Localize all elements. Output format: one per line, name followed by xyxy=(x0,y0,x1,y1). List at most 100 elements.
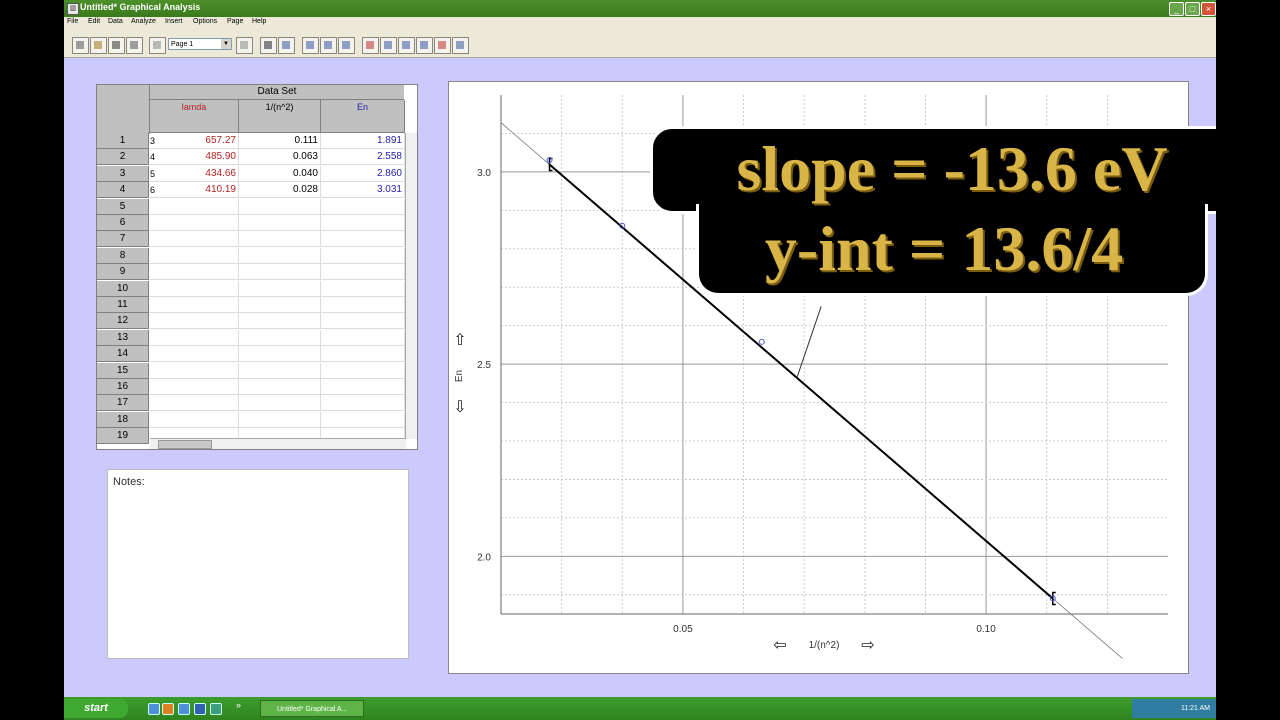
cell-en[interactable] xyxy=(321,346,405,363)
cell-inverse-n-squared[interactable] xyxy=(239,264,321,281)
cell-en[interactable] xyxy=(321,379,405,395)
tangent-icon[interactable] xyxy=(380,37,397,54)
menu-options[interactable]: Options xyxy=(193,18,217,25)
cell-lamda[interactable] xyxy=(150,264,239,281)
row-number[interactable]: 14 xyxy=(97,346,149,363)
close-button[interactable]: × xyxy=(1201,2,1216,16)
cell-inverse-n-squared[interactable]: 0.040 xyxy=(239,165,321,182)
cell-inverse-n-squared[interactable]: 0.028 xyxy=(239,182,321,199)
cell-lamda[interactable] xyxy=(150,362,239,379)
cell-lamda[interactable]: 485.90 xyxy=(150,149,239,166)
taskbar-window-button[interactable]: Untitled* Graphical A... xyxy=(260,700,364,717)
cell-inverse-n-squared[interactable] xyxy=(239,362,321,379)
row-number[interactable]: 18 xyxy=(97,411,149,428)
row-number[interactable]: 15 xyxy=(97,362,149,379)
cell-lamda[interactable] xyxy=(150,297,239,313)
cell-en[interactable]: 2.558 xyxy=(321,149,405,166)
cell-inverse-n-squared[interactable] xyxy=(239,395,321,412)
notes-panel[interactable]: Notes: xyxy=(107,469,409,659)
cell-lamda[interactable] xyxy=(150,231,239,248)
row-number[interactable]: 6 xyxy=(97,215,149,231)
zoom-out-icon[interactable] xyxy=(338,37,355,54)
cell-inverse-n-squared[interactable] xyxy=(239,198,321,215)
cell-inverse-n-squared[interactable] xyxy=(239,346,321,363)
cell-lamda[interactable] xyxy=(150,411,239,428)
scroll-thumb[interactable] xyxy=(158,440,212,449)
cell-inverse-n-squared[interactable] xyxy=(239,247,321,264)
cell-inverse-n-squared[interactable]: 0.111 xyxy=(239,133,321,149)
cell-lamda[interactable] xyxy=(150,346,239,363)
cell-en[interactable] xyxy=(321,395,405,412)
cell-inverse-n-squared[interactable]: 0.063 xyxy=(239,149,321,166)
cell-inverse-n-squared[interactable] xyxy=(239,280,321,297)
cell-lamda[interactable]: 434.66 xyxy=(150,165,239,182)
quicklaunch-chevron[interactable]: » xyxy=(236,700,241,710)
cell-inverse-n-squared[interactable] xyxy=(239,411,321,428)
cell-lamda[interactable] xyxy=(150,379,239,395)
cell-inverse-n-squared[interactable] xyxy=(239,297,321,313)
maximize-button[interactable]: □ xyxy=(1185,2,1200,16)
cell-inverse-n-squared[interactable] xyxy=(239,329,321,346)
row-number[interactable]: 7 xyxy=(97,231,149,248)
cell-en[interactable] xyxy=(321,198,405,215)
cell-en[interactable] xyxy=(321,411,405,428)
cell-inverse-n-squared[interactable] xyxy=(239,231,321,248)
linear-fit-icon[interactable] xyxy=(434,37,451,54)
column-header-lamda[interactable]: lamda xyxy=(150,100,239,133)
menu-insert[interactable]: Insert xyxy=(165,18,183,25)
cell-lamda[interactable] xyxy=(150,329,239,346)
cell-en[interactable] xyxy=(321,247,405,264)
row-number[interactable]: 11 xyxy=(97,297,149,313)
curve-fit-icon[interactable] xyxy=(452,37,469,54)
menu-edit[interactable]: Edit xyxy=(88,18,100,25)
row-number[interactable]: 17 xyxy=(97,395,149,412)
cell-lamda[interactable] xyxy=(150,395,239,412)
cell-inverse-n-squared[interactable] xyxy=(239,215,321,231)
quicklaunch-browser-icon[interactable] xyxy=(148,703,160,715)
cell-en[interactable] xyxy=(321,280,405,297)
cell-inverse-n-squared[interactable] xyxy=(239,313,321,330)
cell-en[interactable] xyxy=(321,231,405,248)
menu-file[interactable]: File xyxy=(67,18,78,25)
cell-lamda[interactable]: 410.19 xyxy=(150,182,239,199)
row-number[interactable]: 2 xyxy=(97,149,149,166)
row-number[interactable]: 9 xyxy=(97,264,149,281)
examine-icon[interactable] xyxy=(362,37,379,54)
cell-en[interactable] xyxy=(321,264,405,281)
cell-en[interactable] xyxy=(321,297,405,313)
quicklaunch-app-icon[interactable] xyxy=(210,703,222,715)
menu-page[interactable]: Page xyxy=(227,18,243,25)
column-header-inverse-n-squared[interactable]: 1/(n^2) xyxy=(239,100,321,133)
cell-en[interactable]: 3.031 xyxy=(321,182,405,199)
autoscale-icon[interactable] xyxy=(302,37,319,54)
table-vertical-scrollbar[interactable] xyxy=(405,133,417,439)
cell-en[interactable] xyxy=(321,313,405,330)
zoom-in-icon[interactable] xyxy=(320,37,337,54)
table-view-icon[interactable] xyxy=(260,37,277,54)
row-number[interactable]: 10 xyxy=(97,280,149,297)
row-number[interactable]: 16 xyxy=(97,379,149,395)
row-number[interactable]: 1 xyxy=(97,133,149,149)
graph-view-icon[interactable] xyxy=(278,37,295,54)
row-number[interactable]: 8 xyxy=(97,247,149,264)
quicklaunch-ie-icon[interactable] xyxy=(178,703,190,715)
quicklaunch-word-icon[interactable] xyxy=(194,703,206,715)
menu-data[interactable]: Data xyxy=(108,18,123,25)
cell-en[interactable]: 2.860 xyxy=(321,165,405,182)
statistics-icon[interactable] xyxy=(416,37,433,54)
open-folder-icon[interactable] xyxy=(90,37,107,54)
minimize-button[interactable]: _ xyxy=(1169,2,1184,16)
row-number[interactable]: 3 xyxy=(97,165,149,182)
new-file-icon[interactable] xyxy=(72,37,89,54)
quicklaunch-firefox-icon[interactable] xyxy=(162,703,174,715)
integral-icon[interactable] xyxy=(398,37,415,54)
table-horizontal-scrollbar[interactable] xyxy=(150,438,406,449)
column-header-en[interactable]: En xyxy=(321,100,405,133)
row-number[interactable]: 4 xyxy=(97,182,149,199)
cell-lamda[interactable] xyxy=(150,280,239,297)
cell-lamda[interactable] xyxy=(150,247,239,264)
cell-en[interactable] xyxy=(321,329,405,346)
cell-en[interactable]: 1.891 xyxy=(321,133,405,149)
menu-help[interactable]: Help xyxy=(252,18,266,25)
start-button[interactable]: start xyxy=(64,699,128,718)
